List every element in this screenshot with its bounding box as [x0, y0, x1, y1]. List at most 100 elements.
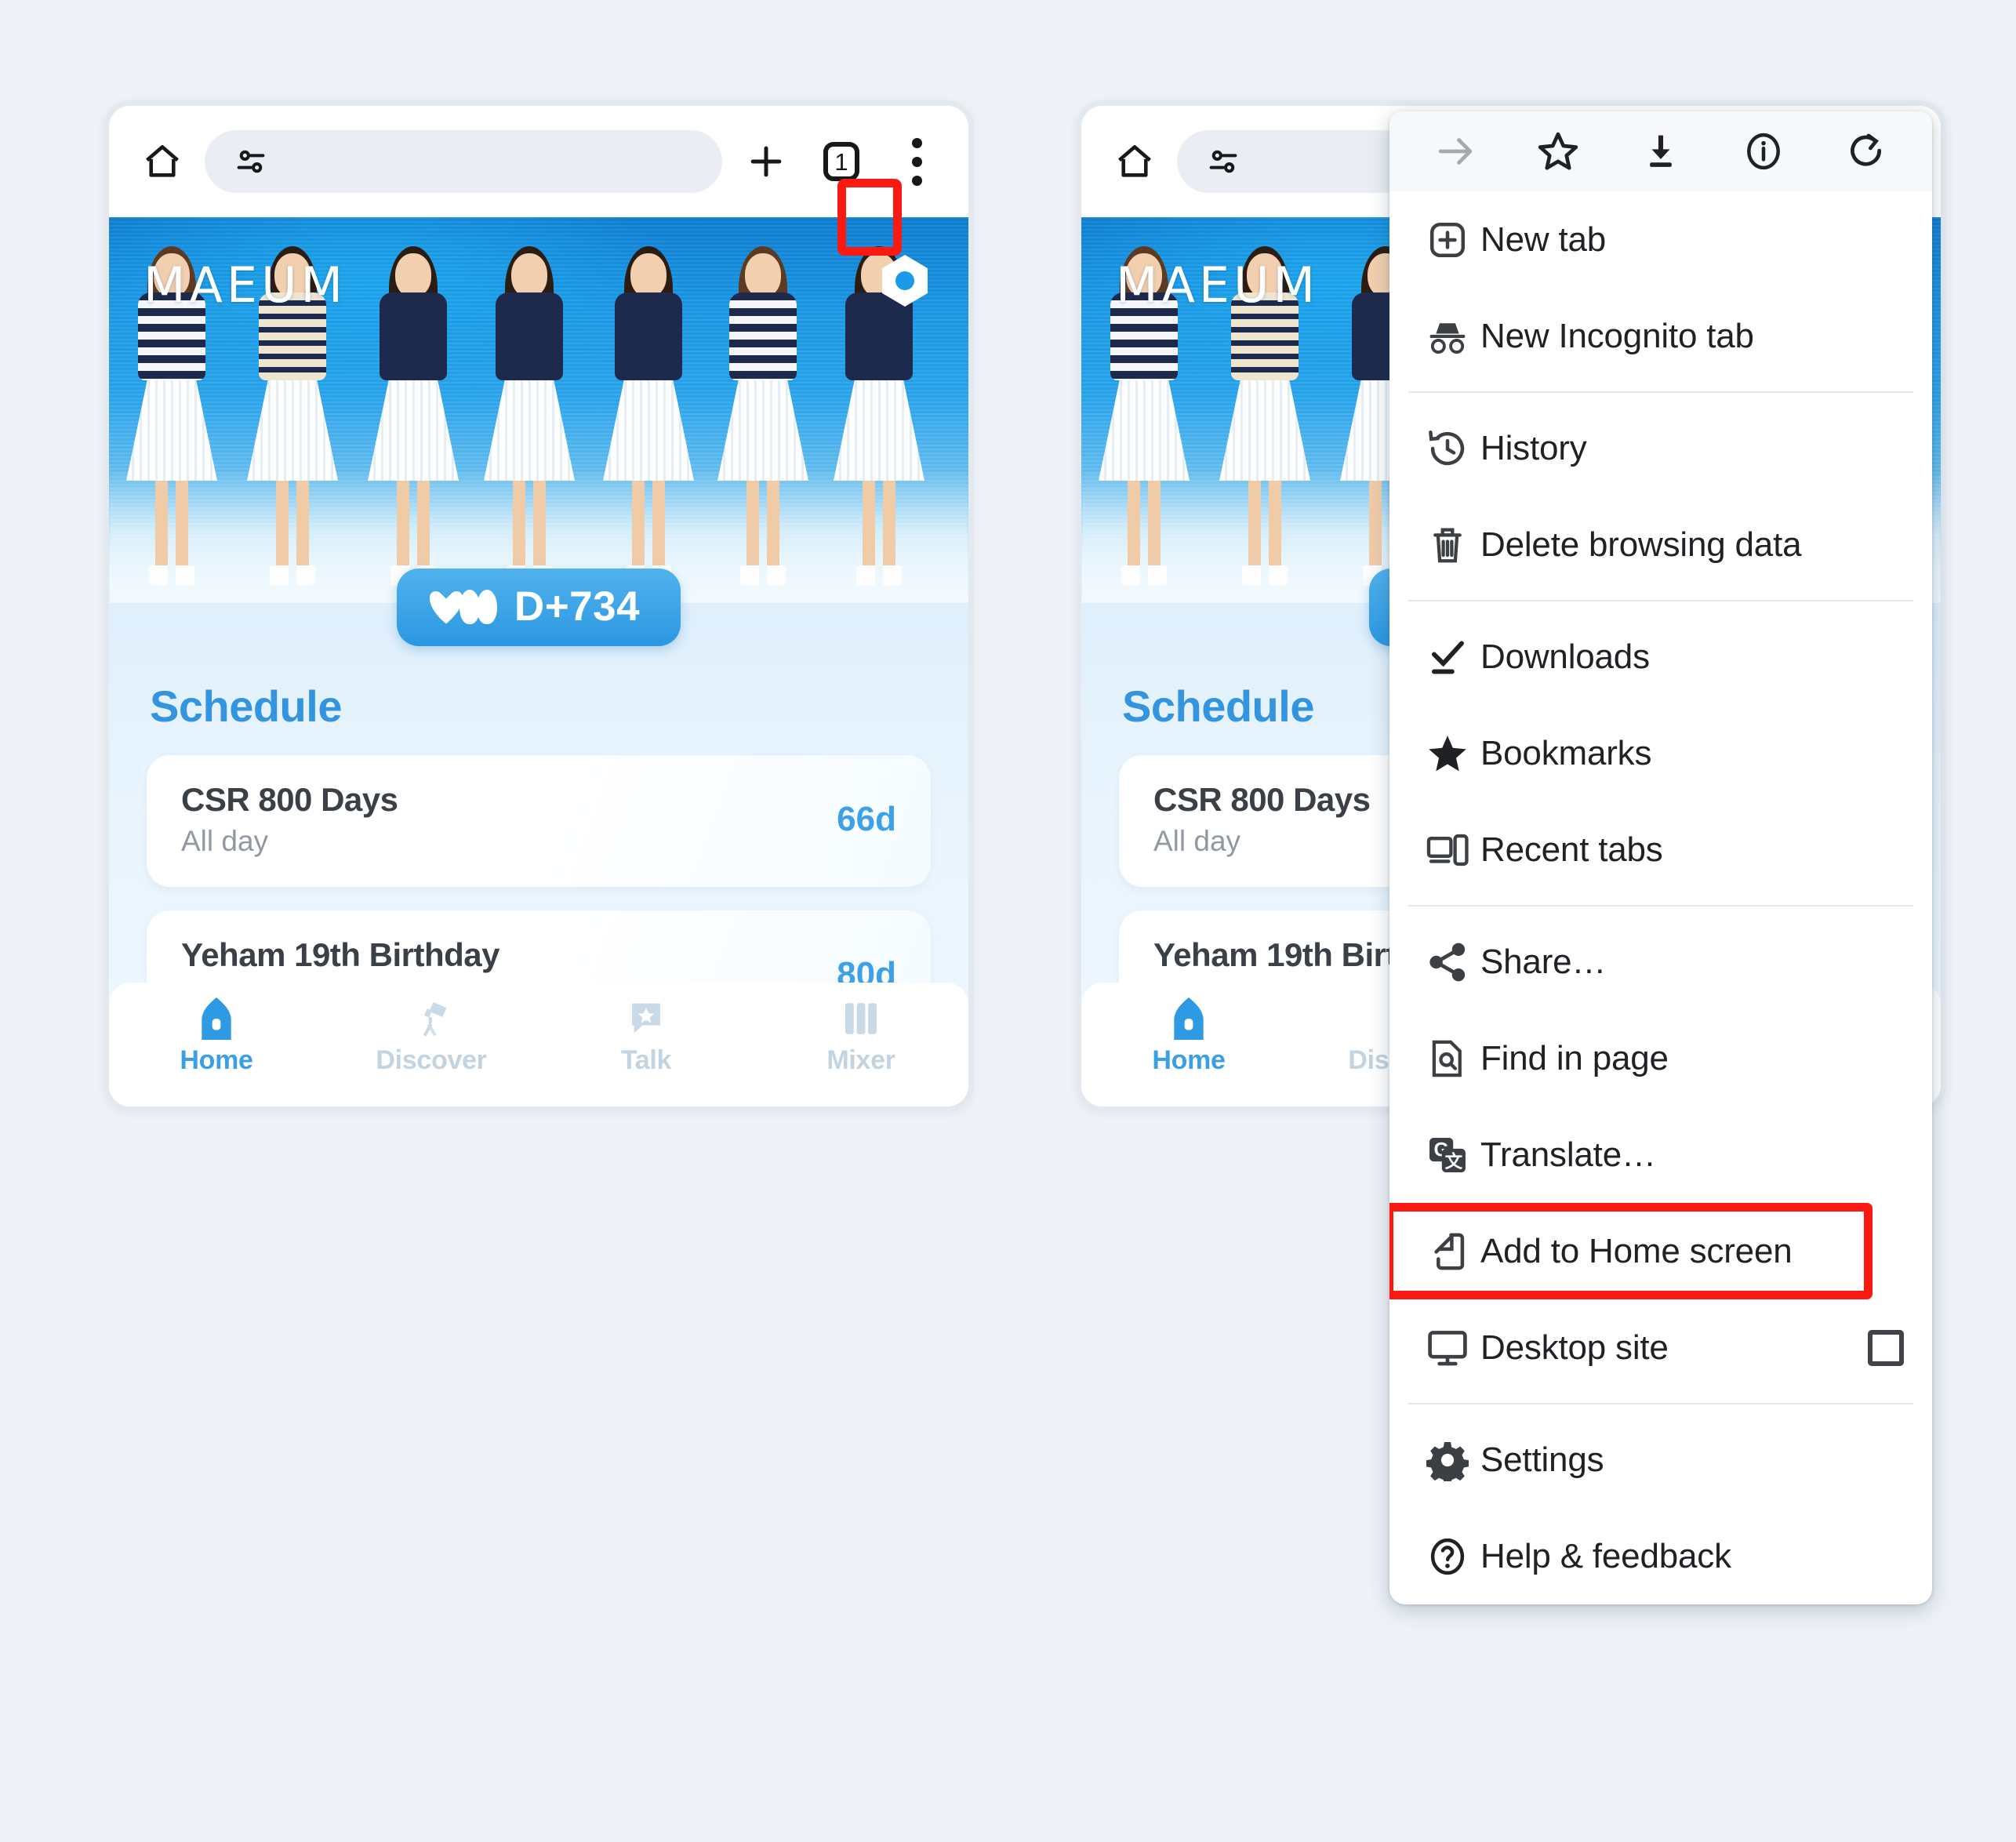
menu-item-label: Desktop site: [1480, 1328, 1669, 1367]
screenshot-canvas: 1 MAEUM D+734 Schedule CSR 800 Days All …: [0, 0, 2016, 1842]
menu-item-label: Add to Home screen: [1480, 1231, 1793, 1270]
menu-item-label: Help & feedback: [1480, 1536, 1731, 1575]
nav-label: Discover: [376, 1045, 487, 1075]
event-time: All day: [181, 825, 269, 857]
three-dot-menu-icon: [911, 137, 922, 186]
menu-item-bookmarks[interactable]: Bookmarks: [1389, 705, 1932, 801]
desktop-site-checkbox[interactable]: [1868, 1329, 1904, 1366]
nav-item-talk[interactable]: Talk: [539, 997, 754, 1076]
member: [365, 246, 462, 586]
menu-item-label: Delete browsing data: [1480, 525, 1802, 564]
member: [481, 246, 578, 586]
menu-item-settings[interactable]: Settings: [1389, 1411, 1932, 1508]
menu-divider: [1408, 1403, 1913, 1404]
event-title: CSR 800 Days: [1153, 781, 1371, 818]
menu-divider: [1408, 600, 1913, 601]
nav-item-home[interactable]: Home: [1081, 997, 1296, 1076]
new-tab-button[interactable]: [728, 140, 804, 183]
app-viewport-left: MAEUM D+734 Schedule CSR 800 Days All da…: [109, 217, 968, 1106]
help-icon: [1415, 1535, 1480, 1578]
menu-item-new-tab[interactable]: New tab: [1389, 191, 1932, 288]
tune-icon: [1205, 144, 1241, 180]
nav-label: Mixer: [826, 1045, 895, 1075]
find-in-page-icon: [1415, 1037, 1480, 1080]
home-nav-icon: [197, 997, 236, 1041]
new-tab-icon: [1415, 219, 1480, 261]
gear-icon: [1415, 1439, 1480, 1481]
schedule-heading: Schedule: [150, 681, 342, 731]
member: [600, 246, 697, 586]
menu-item-history[interactable]: History: [1389, 400, 1932, 496]
phone-left: 1 MAEUM D+734 Schedule CSR 800 Days All …: [104, 100, 974, 1112]
home-button[interactable]: [126, 141, 198, 182]
menu-item-label: Recent tabs: [1480, 830, 1663, 869]
menu-item-add-to-home-screen[interactable]: Add to Home screen: [1389, 1203, 1932, 1299]
telescope-icon: [411, 997, 452, 1041]
chrome-overflow-menu: New tab New Incognito tab History Delete…: [1389, 111, 1932, 1604]
menu-item-label: New Incognito tab: [1480, 316, 1754, 355]
downloads-check-icon: [1415, 638, 1480, 677]
menu-item-label: New tab: [1480, 220, 1607, 259]
menu-item-new-incognito-tab[interactable]: New Incognito tab: [1389, 288, 1932, 384]
menu-item-find-in-page[interactable]: Find in page: [1389, 1010, 1932, 1106]
member: [714, 246, 812, 586]
menu-item-label: Translate…: [1480, 1135, 1656, 1174]
forward-arrow-icon[interactable]: [1422, 118, 1488, 184]
menu-item-delete-browsing-data[interactable]: Delete browsing data: [1389, 496, 1932, 593]
nav-item-discover[interactable]: Discover: [324, 997, 539, 1076]
nav-label: Talk: [620, 1045, 672, 1075]
menu-item-label: Find in page: [1480, 1038, 1669, 1077]
member: [830, 246, 928, 586]
star-icon[interactable]: [1525, 118, 1591, 184]
event-time: All day: [1153, 825, 1241, 857]
menu-item-label: Settings: [1480, 1440, 1604, 1479]
incognito-icon: [1415, 316, 1480, 357]
menu-divider: [1408, 391, 1913, 393]
omnibox-left[interactable]: [205, 130, 722, 193]
bottom-nav-left: Home Discover Talk Mixer: [109, 983, 968, 1106]
group-wordmark: MAEUM: [1116, 256, 1319, 314]
event-title: CSR 800 Days: [181, 781, 398, 818]
hero-image: MAEUM: [109, 217, 968, 603]
dday-badge-wrap: D+734: [109, 569, 968, 646]
menu-item-help-feedback[interactable]: Help & feedback: [1389, 1508, 1932, 1604]
desktop-site-icon: [1415, 1328, 1480, 1368]
share-icon: [1415, 941, 1480, 983]
history-icon: [1415, 427, 1480, 470]
menu-item-label: Bookmarks: [1480, 733, 1652, 772]
group-wordmark: MAEUM: [143, 256, 347, 314]
nav-item-mixer[interactable]: Mixer: [754, 997, 968, 1076]
menu-item-downloads[interactable]: Downloads: [1389, 609, 1932, 705]
event-title: Yeham 19th Birthday: [181, 936, 499, 973]
add-to-home-screen-icon: [1415, 1230, 1480, 1273]
member-photo-group: [109, 246, 968, 586]
dday-badge[interactable]: D+734: [396, 569, 681, 646]
menu-item-label: Share…: [1480, 942, 1607, 981]
download-icon[interactable]: [1628, 118, 1694, 184]
menu-item-label: Downloads: [1480, 637, 1650, 676]
menu-item-share[interactable]: Share…: [1389, 914, 1932, 1010]
nav-item-home[interactable]: Home: [109, 997, 324, 1076]
chat-star-icon: [627, 997, 666, 1041]
bookmarks-star-icon: [1415, 732, 1480, 776]
svg-text:文: 文: [1445, 1151, 1463, 1172]
schedule-card[interactable]: CSR 800 Days All day 66d: [147, 755, 931, 887]
menu-item-translate[interactable]: G 文 Translate…: [1389, 1106, 1932, 1203]
mixer-bars-icon: [841, 997, 881, 1041]
nav-label: Home: [180, 1045, 253, 1075]
heart-triple-icon: [430, 589, 497, 624]
info-icon[interactable]: [1731, 118, 1796, 184]
menu-divider: [1408, 905, 1913, 906]
tune-icon: [233, 144, 269, 180]
browser-toolbar-left: 1: [109, 106, 968, 217]
menu-item-desktop-site[interactable]: Desktop site: [1389, 1299, 1932, 1396]
reload-icon[interactable]: [1833, 118, 1899, 184]
tab-switcher-button[interactable]: 1: [804, 142, 879, 181]
recent-tabs-icon: [1415, 831, 1480, 869]
trash-icon: [1415, 524, 1480, 566]
menu-item-recent-tabs[interactable]: Recent tabs: [1389, 801, 1932, 898]
translate-icon: G 文: [1415, 1134, 1480, 1176]
home-button[interactable]: [1099, 141, 1171, 182]
tab-count-badge: 1: [823, 142, 859, 181]
overflow-menu-button[interactable]: [879, 137, 954, 186]
